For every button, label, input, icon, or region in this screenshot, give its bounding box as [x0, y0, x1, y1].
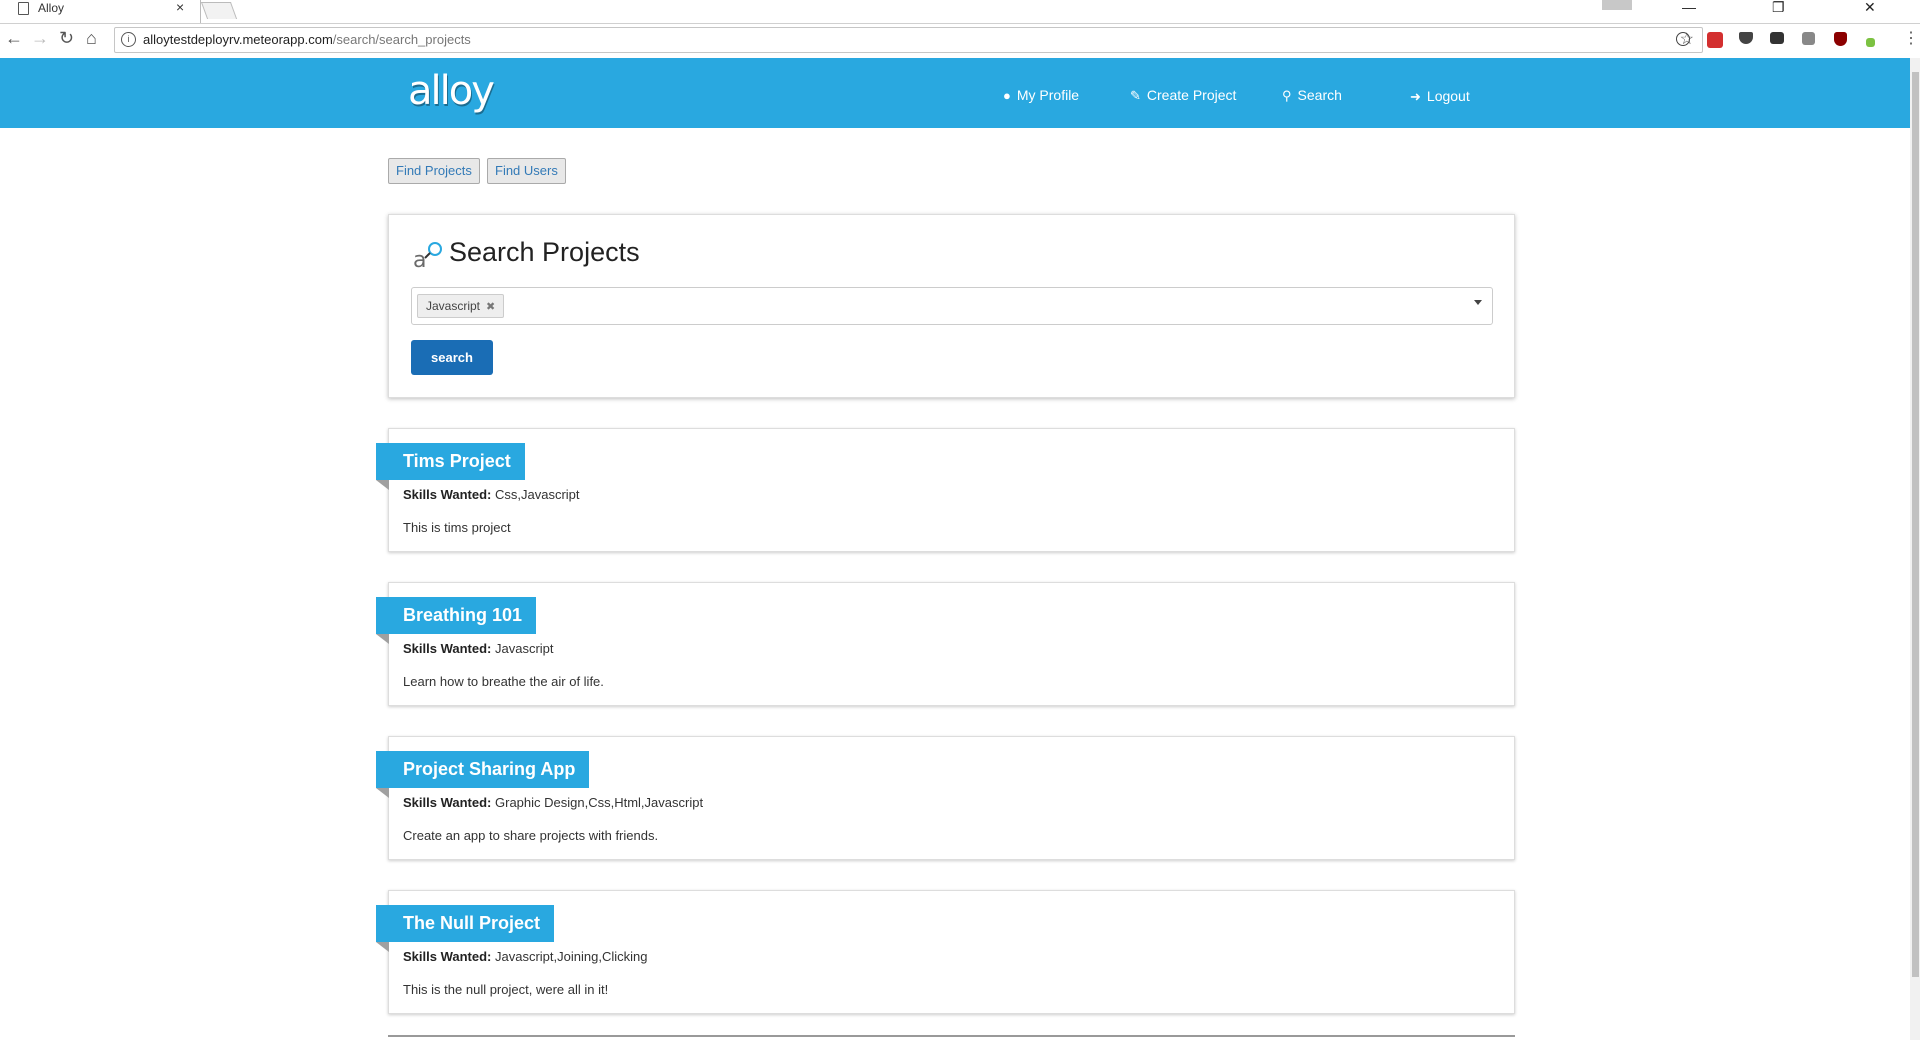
browser-tab[interactable]: Alloy ×: [0, 0, 201, 23]
restore-button[interactable]: ❐: [1772, 0, 1785, 16]
project-skills: Skills Wanted: Javascript,Joining,Clicki…: [403, 949, 648, 964]
nav-search-label: Search: [1297, 87, 1342, 103]
chevron-down-icon[interactable]: [1474, 300, 1482, 305]
document-icon: [18, 2, 29, 15]
password-extension-icon[interactable]: [1676, 32, 1690, 46]
nav-my-profile-label: My Profile: [1016, 87, 1080, 103]
svg-text:a: a: [413, 248, 426, 273]
project-title[interactable]: Tims Project: [376, 443, 525, 480]
user-icon: ●: [1003, 88, 1011, 103]
tab-title: Alloy: [38, 1, 65, 15]
ribbon-fold: [376, 942, 389, 952]
project-card: Breathing 101 Skills Wanted: Javascript …: [376, 582, 1515, 706]
project-skills: Skills Wanted: Javascript: [403, 641, 554, 656]
browser-menu-icon[interactable]: ⋮: [1903, 28, 1919, 48]
divider: [388, 1035, 1515, 1037]
project-skills: Skills Wanted: Graphic Design,Css,Html,J…: [403, 795, 704, 810]
alloy-logo[interactable]: alloy: [408, 68, 495, 114]
browser-titlebar: Alloy × — ❐ ✕: [0, 0, 1920, 24]
edit-icon: ✎: [1130, 88, 1141, 103]
project-title[interactable]: Breathing 101: [376, 597, 537, 634]
find-projects-button[interactable]: Find Projects: [388, 158, 480, 184]
project-description: This is tims project: [403, 520, 511, 535]
lastpass-extension-icon[interactable]: [1707, 32, 1723, 48]
new-tab-button[interactable]: [200, 2, 238, 19]
dev-extension-icon[interactable]: [1866, 38, 1875, 47]
ublock-extension-icon[interactable]: [1834, 32, 1847, 46]
search-panel: a Search Projects Javascript ✖ search: [388, 214, 1515, 398]
app-header: alloy ● My Profile ✎ Create Project ⚲ Searc…: [0, 58, 1910, 128]
reader-extension-icon[interactable]: [1802, 32, 1815, 45]
project-skills: Skills Wanted: Css,Javascript: [403, 487, 580, 502]
nav-create-project-label: Create Project: [1146, 87, 1237, 103]
back-arrow-icon[interactable]: ←: [5, 28, 23, 49]
close-window-button[interactable]: ✕: [1864, 0, 1876, 16]
search-projects-icon: a: [411, 241, 443, 273]
profile-icon[interactable]: [1602, 0, 1632, 10]
buffer-extension-icon[interactable]: [1770, 32, 1784, 44]
info-icon[interactable]: i: [121, 32, 136, 47]
project-description: Create an app to share projects with fri…: [403, 828, 659, 843]
project-description: This is the null project, were all in it…: [403, 982, 609, 997]
tab-close-icon[interactable]: ×: [176, 0, 184, 16]
nav-create-project[interactable]: ✎ Create Project: [1130, 87, 1236, 104]
tag-label: Javascript: [426, 299, 481, 313]
remove-tag-icon[interactable]: ✖: [486, 301, 495, 313]
page-title: Search Projects: [449, 237, 640, 267]
project-title[interactable]: Project Sharing App: [376, 751, 590, 788]
minimize-button[interactable]: —: [1682, 0, 1696, 15]
forward-arrow-icon[interactable]: →: [31, 28, 49, 49]
nav-my-profile[interactable]: ● My Profile: [1003, 87, 1079, 103]
selected-tag-javascript: Javascript ✖: [417, 294, 505, 318]
page-scrollbar-thumb[interactable]: [1912, 72, 1919, 977]
browser-toolbar: ← → ↻ ⌂ i alloytestdeployrv.meteorapp.co…: [0, 24, 1920, 59]
find-users-button[interactable]: Find Users: [487, 158, 566, 184]
search-icon: ⚲: [1282, 88, 1292, 103]
nav-logout-label: Logout: [1426, 88, 1470, 104]
reload-icon[interactable]: ↻: [59, 28, 74, 49]
pocket-extension-icon[interactable]: [1739, 32, 1753, 44]
nav-search[interactable]: ⚲ Search: [1282, 87, 1342, 104]
project-card: Project Sharing App Skills Wanted: Graph…: [376, 736, 1515, 860]
ribbon-fold: [376, 788, 389, 798]
project-card: The Null Project Skills Wanted: Javascri…: [376, 890, 1515, 1014]
project-card: Tims Project Skills Wanted: Css,Javascri…: [376, 428, 1515, 552]
ribbon-fold: [376, 634, 389, 644]
address-bar[interactable]: i alloytestdeployrv.meteorapp.com/search…: [114, 27, 1703, 53]
url-text: alloytestdeployrv.meteorapp.com/search/s…: [143, 32, 471, 47]
project-description: Learn how to breathe the air of life.: [403, 674, 604, 689]
logout-icon: ➜: [1410, 89, 1421, 104]
project-title[interactable]: The Null Project: [376, 905, 555, 942]
home-icon[interactable]: ⌂: [86, 28, 97, 49]
nav-logout[interactable]: ➜ Logout: [1410, 88, 1470, 105]
ribbon-fold: [376, 480, 389, 490]
skills-select[interactable]: Javascript ✖: [411, 287, 1493, 325]
search-button[interactable]: search: [411, 340, 493, 375]
